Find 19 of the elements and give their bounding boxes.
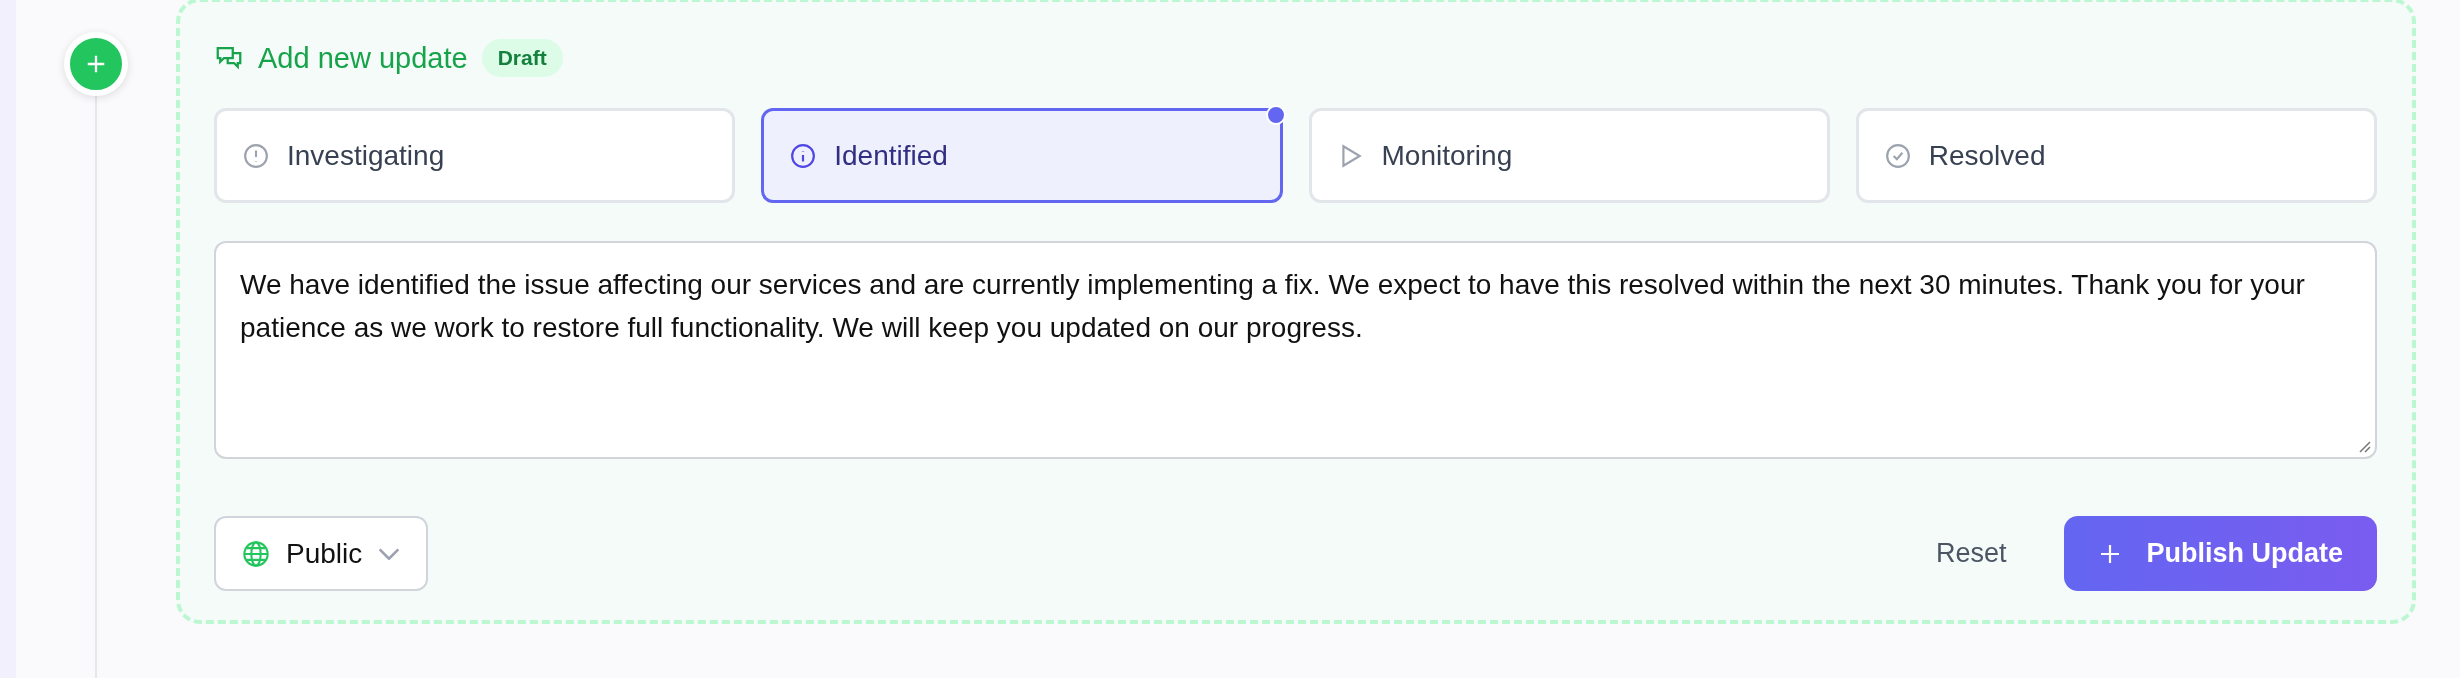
add-button[interactable] (64, 32, 128, 96)
chevron-down-icon (378, 547, 401, 560)
selected-dot (1265, 105, 1286, 125)
resize-grip-icon (2357, 439, 2371, 453)
info-icon (790, 142, 817, 169)
reset-button[interactable]: Reset (1929, 537, 2013, 570)
status-tab[interactable]: Identified (761, 108, 1283, 203)
form-title: Add new update (258, 41, 468, 75)
globe-icon (242, 539, 270, 568)
alert-icon (243, 142, 269, 169)
check-circle-icon (1884, 142, 1911, 169)
draft-badge: Draft (481, 39, 563, 77)
status-tab[interactable]: Investigating (214, 108, 736, 203)
message-field[interactable]: We have identified the issue affecting our services and are currently implementing a fix. We expect to have this resolved within the next 30 minutes. Thank you for your patience as we work to restore full functionality. We will keep you updated on our progress. (214, 241, 2377, 459)
publish-button[interactable]: Publish Update (2064, 516, 2377, 591)
visibility-dropdown[interactable]: Public (214, 516, 429, 591)
status-tab[interactable]: Monitoring (1308, 108, 1830, 203)
status-tab[interactable]: Resolved (1855, 108, 2377, 203)
plus-icon (85, 53, 107, 75)
